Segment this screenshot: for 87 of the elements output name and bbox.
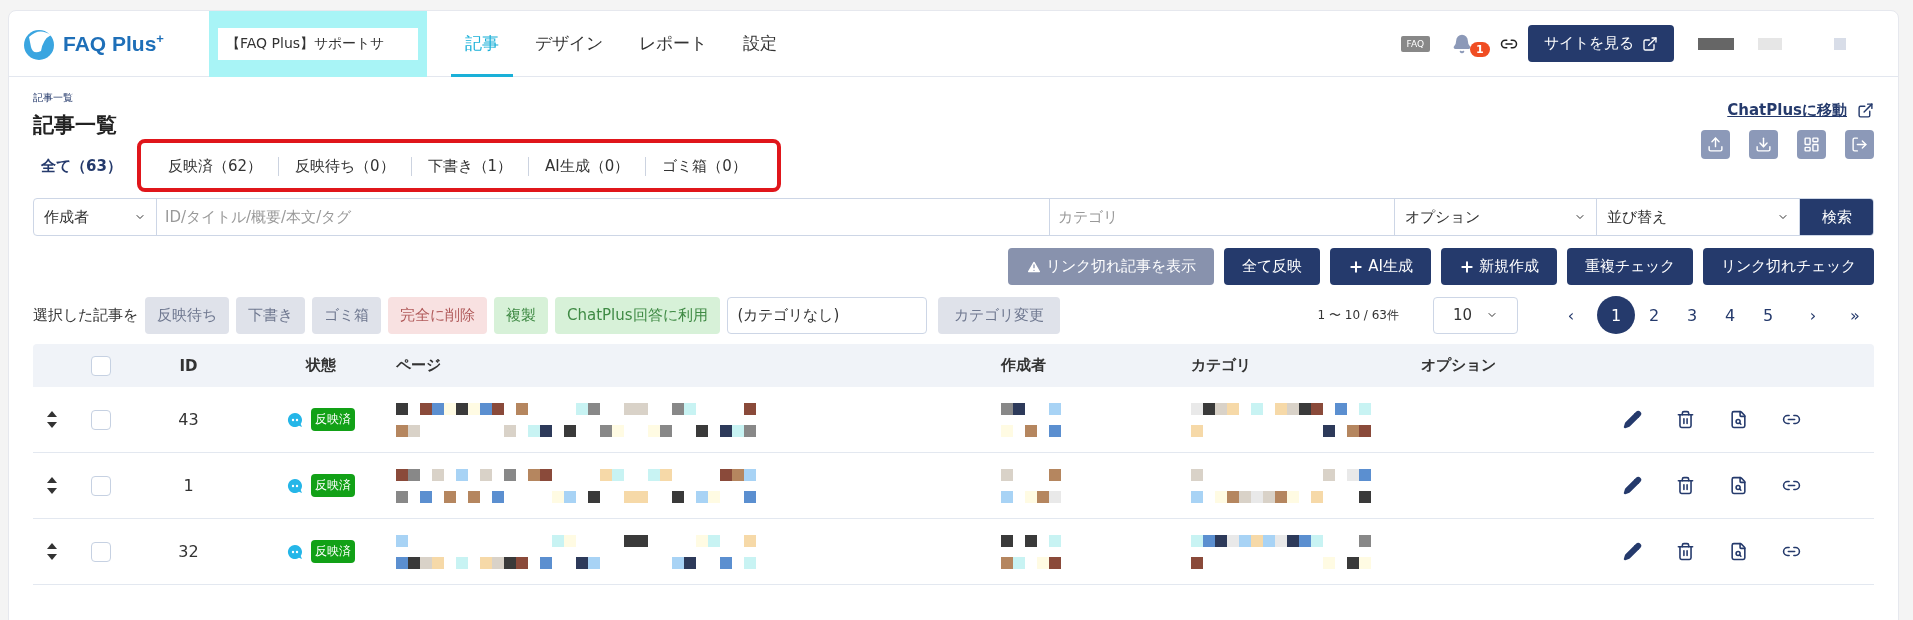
author-select[interactable]: 作成者 (34, 199, 157, 235)
export-icon (1851, 136, 1868, 153)
edit-icon[interactable] (1623, 542, 1642, 561)
search-button[interactable]: 検索 (1800, 199, 1873, 235)
page-link[interactable]: 5 (1749, 296, 1787, 334)
row-checkbox[interactable] (91, 541, 111, 562)
plus-icon (1459, 258, 1475, 275)
breadcrumb[interactable]: 記事一覧 (33, 91, 117, 105)
table-cell-text: 43 (177, 410, 200, 429)
view-site-button[interactable]: サイトを見る (1528, 25, 1674, 62)
column-header: 作成者 (1001, 356, 1047, 375)
next-page-link[interactable]: › (1794, 296, 1832, 334)
filter-tab[interactable]: 全て（63） (33, 157, 138, 176)
column-header: ID (178, 356, 199, 375)
prev-page-link[interactable]: ‹ (1552, 296, 1590, 334)
status-badge: 反映済 (311, 540, 355, 563)
preview-icon[interactable] (1729, 410, 1748, 429)
edit-icon[interactable] (1623, 476, 1642, 495)
action-button[interactable]: 全て反映 (1224, 248, 1321, 285)
site-selector[interactable]: 【FAQ Plus】サポートサ (218, 27, 418, 60)
filter-tab[interactable]: 下書き（1） (410, 157, 529, 176)
export-button[interactable] (1845, 130, 1874, 159)
chat-bubble-icon (287, 543, 303, 560)
download-icon (1755, 136, 1772, 153)
row-checkbox[interactable] (91, 409, 111, 430)
table-cell-text: 32 (177, 542, 200, 561)
nav-tab[interactable]: デザイン (521, 10, 617, 77)
action-button[interactable]: 新規作成 (1441, 248, 1557, 285)
column-header: ページ (396, 356, 442, 375)
filter-tab[interactable]: 反映待ち（0） (277, 157, 411, 176)
category-input[interactable]: (カテゴリなし) (726, 296, 927, 334)
sort-up-icon[interactable] (47, 543, 57, 549)
upload-button[interactable] (1701, 130, 1730, 159)
sort-up-icon[interactable] (47, 411, 57, 417)
column-header: カテゴリ (1191, 356, 1252, 375)
edit-icon[interactable] (1623, 410, 1642, 429)
preview-icon[interactable] (1729, 476, 1748, 495)
page-link[interactable]: 1 (1597, 296, 1635, 334)
row-checkbox[interactable] (91, 475, 111, 496)
bell-icon[interactable] (1452, 33, 1472, 54)
page-link[interactable]: 2 (1635, 296, 1673, 334)
filter-tab[interactable]: ゴミ箱（0） (645, 157, 763, 176)
sort-down-icon[interactable] (47, 554, 57, 560)
last-page-link[interactable]: » (1836, 296, 1874, 334)
faq-icon[interactable]: FAQ (1400, 35, 1430, 52)
per-page-select[interactable]: 10 (1433, 296, 1518, 334)
redacted-text-drawing (1001, 402, 1061, 437)
action-button[interactable]: リンク切れチェック (1703, 248, 1874, 285)
column-header: オプション (1421, 356, 1497, 375)
status-badge: 反映済 (311, 474, 355, 497)
bulk-label: 選択した記事を (33, 305, 138, 325)
action-button[interactable]: 重複チェック (1567, 248, 1693, 285)
delete-icon[interactable] (1676, 542, 1695, 561)
action-button[interactable]: AI生成 (1330, 248, 1431, 285)
page-link[interactable]: 3 (1673, 296, 1711, 334)
notification-badge: 1 (1470, 41, 1490, 57)
page-link[interactable]: 4 (1711, 296, 1749, 334)
status-badge: 反映済 (311, 408, 355, 431)
download-button[interactable] (1749, 130, 1778, 159)
redacted-text-drawing (1001, 534, 1061, 569)
delete-icon[interactable] (1676, 476, 1695, 495)
warning-icon (1026, 258, 1043, 275)
nav-tab[interactable]: 設定 (729, 10, 791, 77)
filter-tab[interactable]: AI生成（0） (528, 157, 646, 176)
layout-icon (1803, 136, 1820, 153)
sort-up-icon[interactable] (47, 477, 57, 483)
filter-tab[interactable]: 反映済（62） (151, 157, 278, 176)
chatplus-link[interactable]: ChatPlusに移動 (1727, 101, 1874, 120)
external-link-icon (1642, 35, 1658, 52)
table-cell-text: 1 (182, 476, 195, 495)
nav-tab[interactable]: レポート (625, 10, 721, 77)
option-select[interactable]: オプション (1395, 199, 1597, 235)
external-link-icon (1857, 102, 1874, 119)
page-title: 記事一覧 (33, 112, 117, 139)
redacted-text-drawing (1001, 468, 1061, 503)
logo-text: FAQ Plus$^{+}$ (63, 31, 164, 56)
column-header: 状態 (304, 356, 337, 375)
chat-bubble-icon (287, 477, 303, 494)
page-range: 1 〜 10 / 63件 (1317, 306, 1399, 324)
select-all-checkbox[interactable] (91, 355, 111, 376)
sort-down-icon[interactable] (47, 422, 57, 428)
sort-down-icon[interactable] (47, 488, 57, 494)
upload-icon (1707, 136, 1724, 153)
preview-icon[interactable] (1729, 542, 1748, 561)
layout-button[interactable] (1797, 130, 1826, 159)
chat-bubble-icon (287, 411, 303, 428)
delete-icon[interactable] (1676, 410, 1695, 429)
